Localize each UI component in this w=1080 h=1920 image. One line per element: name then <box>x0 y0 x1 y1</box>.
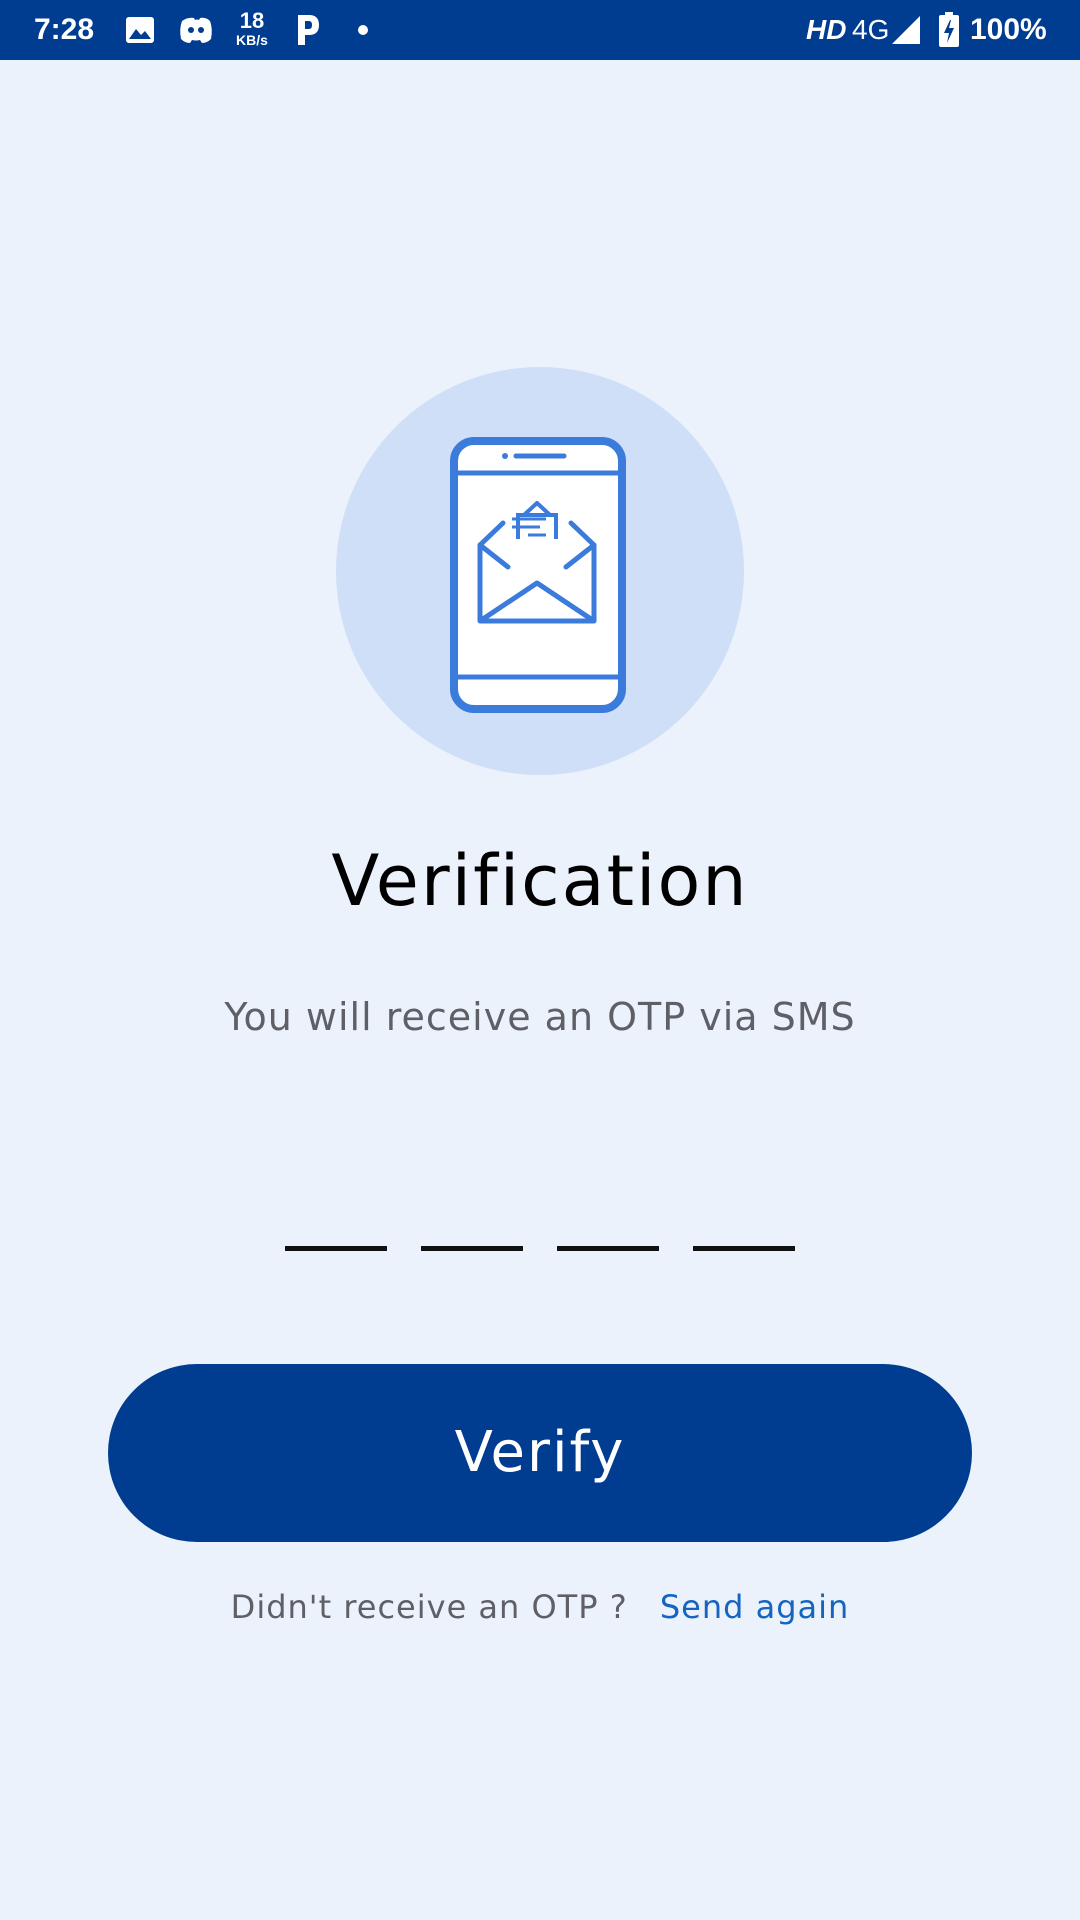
otp-digit-4[interactable] <box>693 1200 795 1251</box>
network-speed-unit: KB/s <box>236 32 268 48</box>
hd-label: HD <box>806 14 847 45</box>
resend-question: Didn't receive an OTP ? <box>230 1588 628 1626</box>
signal-icon <box>890 0 922 60</box>
dot-icon <box>357 0 369 60</box>
discord-icon <box>178 0 214 60</box>
parking-p-icon <box>294 0 322 60</box>
network-speed-value: 18 <box>239 8 265 33</box>
status-bar: 7:28 18 KB/s HD 4G 100% <box>0 0 1080 60</box>
phone-envelope-icon <box>448 435 628 719</box>
verify-button[interactable]: Verify <box>108 1364 972 1542</box>
otp-digit-1[interactable] <box>285 1200 387 1251</box>
otp-digit-3[interactable] <box>557 1200 659 1251</box>
otp-digit-2[interactable] <box>421 1200 523 1251</box>
battery-charging-icon <box>938 0 960 60</box>
network-speed: 18 KB/s <box>232 8 272 48</box>
status-time: 7:28 <box>34 13 95 46</box>
page-subtitle: You will receive an OTP via SMS <box>224 995 856 1039</box>
otp-input-row <box>285 1200 795 1251</box>
resend-row: Didn't receive an OTP ? Send again <box>0 1585 1080 1629</box>
network-type: 4G <box>852 14 890 45</box>
send-again-link[interactable]: Send again <box>660 1588 849 1626</box>
battery-percent: 100% <box>970 13 1047 46</box>
image-icon <box>124 0 156 60</box>
page-title: Verification <box>331 840 749 922</box>
